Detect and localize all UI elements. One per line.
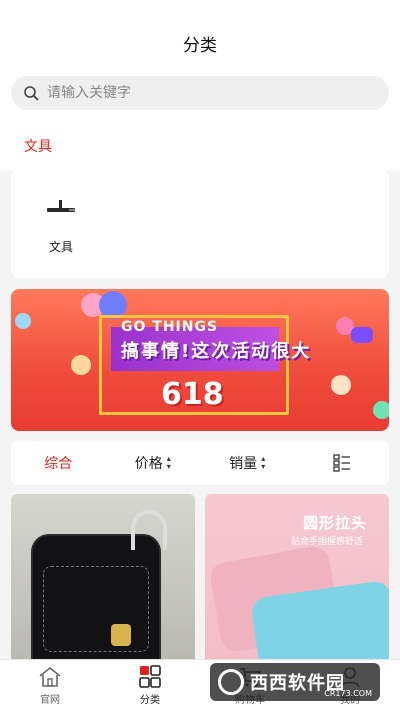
grid-list-icon	[333, 454, 350, 472]
sort-bar: 综合 价格 ▴ ▾ 销量 ▴ ▾	[11, 441, 389, 485]
decor-ball	[15, 313, 31, 329]
bag-stitch	[43, 566, 149, 652]
watermark-logo-icon	[218, 669, 244, 695]
banner-number: 618	[161, 377, 224, 412]
banner-slogan: 搞事情!这次活动很大	[121, 341, 312, 362]
product-overlay-title: 圆形拉头	[303, 514, 368, 532]
sort-price[interactable]: 价格 ▴ ▾	[106, 453, 201, 473]
decor-ball	[331, 375, 351, 395]
decor-ball	[373, 401, 389, 419]
layout-toggle-button[interactable]	[295, 454, 390, 472]
tabbar-category[interactable]: 分类	[100, 660, 200, 711]
decor-ball	[71, 355, 91, 375]
tabbar-label: 分类	[140, 695, 160, 706]
banner-heading: GO THINGS	[121, 319, 219, 335]
tab-stationery[interactable]: 文具	[22, 120, 54, 172]
promo-banner[interactable]: GO THINGS 搞事情!这次活动很大 618	[11, 289, 389, 431]
sort-caret-icon: ▴ ▾	[166, 454, 171, 471]
subcategory-item-stationery[interactable]: 文具	[33, 192, 89, 255]
search-icon	[24, 86, 39, 101]
site-watermark: 西西软件园 CR173.COM	[210, 663, 380, 701]
sort-caret-icon: ▴ ▾	[261, 454, 266, 471]
subcategory-card: 文具	[11, 170, 389, 278]
tabbar-label: 官网	[40, 695, 60, 706]
bag-handle	[131, 510, 167, 550]
search-input[interactable]	[47, 85, 377, 101]
search-bar[interactable]	[11, 76, 389, 110]
category-tabs: 文具	[0, 120, 400, 172]
product-overlay-subtitle: 贴合手指握感舒适	[291, 537, 364, 547]
subcategory-label: 文具	[48, 240, 73, 254]
watermark-subtext: CR173.COM	[324, 689, 372, 698]
tab-label: 文具	[24, 138, 52, 155]
decor-ball	[351, 327, 373, 343]
product-card[interactable]	[11, 494, 195, 664]
search-section	[0, 68, 400, 120]
sort-comprehensive[interactable]: 综合	[11, 453, 106, 473]
bag-crest	[111, 624, 131, 646]
sort-label: 价格	[134, 456, 163, 472]
page-title: 分类	[183, 36, 217, 56]
tabbar-home[interactable]: 官网	[0, 660, 100, 711]
category-grid-icon	[139, 665, 161, 688]
sort-label: 综合	[44, 456, 73, 472]
sort-sales[interactable]: 销量 ▴ ▾	[200, 453, 295, 473]
top-header: 分类	[0, 0, 400, 68]
product-card[interactable]: 圆形拉头 贴合手指握感舒适	[205, 494, 389, 664]
product-grid: 圆形拉头 贴合手指握感舒适	[11, 494, 389, 664]
home-icon	[39, 666, 61, 687]
product-image	[31, 510, 167, 664]
sort-label: 销量	[229, 456, 258, 472]
pen-icon	[47, 200, 75, 212]
